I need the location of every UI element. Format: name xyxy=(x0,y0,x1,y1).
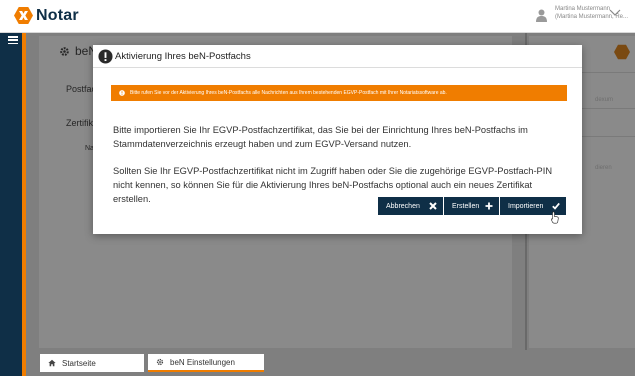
warning-text: Bitte rufen Sie vor der Aktivierung Ihre… xyxy=(130,90,447,96)
right-panel-item: dexum xyxy=(595,97,614,103)
sidebar xyxy=(0,33,26,376)
notar-logo-icon xyxy=(14,6,33,25)
cancel-button[interactable]: Abbrechen xyxy=(378,197,443,215)
plus-icon xyxy=(485,202,493,210)
ben-logo-icon xyxy=(614,44,630,60)
home-icon xyxy=(48,359,56,367)
app-name: Notar xyxy=(36,6,79,24)
user-name[interactable]: Martina Mustermann xyxy=(555,6,610,12)
hand-cursor-icon xyxy=(551,211,559,224)
app-logo[interactable]: Notar xyxy=(14,6,79,25)
tab-startseite[interactable]: Startseite xyxy=(40,354,144,372)
dialog-paragraph-import: Bitte importieren Sie Ihr EGVP-Postfachz… xyxy=(113,125,528,149)
dialog-title: Aktivierung Ihres beN-Postfachs xyxy=(115,51,251,62)
chevron-down-icon[interactable] xyxy=(609,9,621,17)
info-circle-icon xyxy=(119,90,125,96)
warning-banner: Bitte rufen Sie vor der Aktivierung Ihre… xyxy=(111,85,567,101)
activation-dialog: Aktivierung Ihres beN-Postfachs Bitte ru… xyxy=(93,45,582,234)
app-header: Notar Martina Mustermann (Martina Muster… xyxy=(0,0,635,33)
exclamation-circle-icon xyxy=(98,49,113,64)
menu-icon[interactable] xyxy=(8,36,18,45)
tab-ben-einstellungen[interactable]: beN Einstellungen xyxy=(148,354,264,372)
close-icon xyxy=(429,202,437,210)
user-icon xyxy=(536,9,547,22)
gear-icon xyxy=(60,46,69,56)
dialog-header: Aktivierung Ihres beN-Postfachs xyxy=(93,45,582,68)
check-icon xyxy=(552,202,560,210)
tab-bar: Startseite beN Einstellungen xyxy=(26,350,635,376)
create-button[interactable]: Erstellen xyxy=(444,197,499,215)
gear-icon xyxy=(156,358,164,366)
right-panel-item: dieren xyxy=(595,165,612,171)
